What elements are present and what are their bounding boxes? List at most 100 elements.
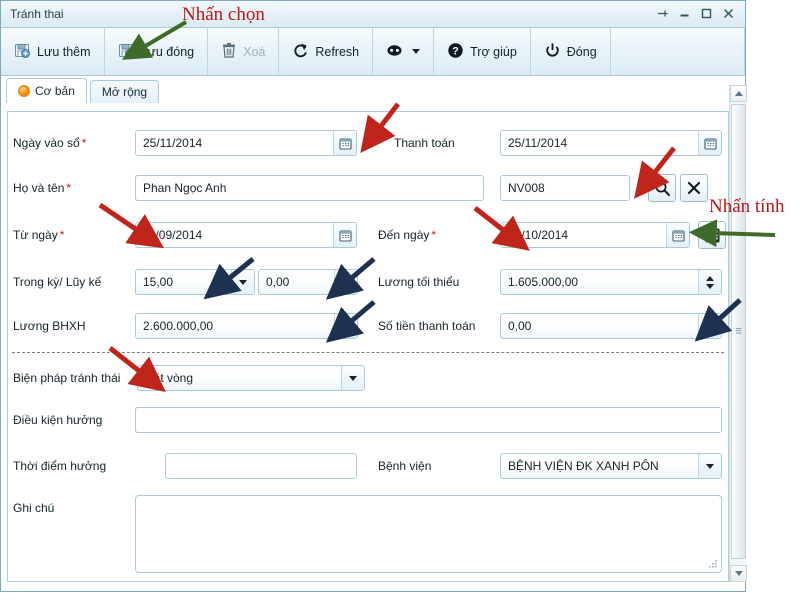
chevron-up-icon[interactable]	[706, 275, 714, 281]
save-close-icon	[118, 42, 135, 62]
power-icon	[544, 42, 561, 62]
field-full-name[interactable]: Phan Ngọc Anh	[135, 175, 484, 201]
title-bar: Tránh thai	[1, 1, 745, 28]
chevron-up-icon[interactable]	[706, 319, 714, 325]
bhxh-salary-value[interactable]: 2.600.000,00	[136, 314, 334, 338]
form-panel: Ngày vào sổ * 25/11/2014 Thanh toán 25/11…	[7, 111, 729, 582]
trash-icon	[221, 42, 237, 62]
minimize-icon[interactable]	[678, 7, 691, 21]
field-contraceptive[interactable]: Đặt vòng	[137, 365, 365, 391]
chevron-down-icon[interactable]	[706, 283, 714, 289]
chevron-down-icon	[239, 279, 247, 285]
contraceptive-value[interactable]: Đặt vòng	[138, 366, 341, 390]
search-button[interactable]	[648, 174, 676, 202]
toolbar-button-delete[interactable]: Xoá	[208, 28, 280, 75]
close-icon[interactable]	[722, 7, 735, 21]
label-time-point: Thời điểm hưởng	[13, 459, 107, 473]
toolbar-button-refresh[interactable]: Refresh	[279, 28, 374, 75]
field-bhxh-salary[interactable]: 2.600.000,00	[135, 313, 358, 339]
entry-date-value[interactable]: 25/11/2014	[136, 131, 333, 155]
clear-button[interactable]	[680, 174, 708, 202]
field-employee-code[interactable]: NV008	[500, 175, 630, 201]
calendar-icon	[671, 229, 685, 242]
field-hospital[interactable]: BỆNH VIỆN ĐK XANH PÔN	[500, 453, 722, 479]
field-entry-date[interactable]: 25/11/2014	[135, 130, 357, 156]
resize-grip-icon[interactable]	[708, 559, 718, 569]
hospital-value[interactable]: BỆNH VIỆN ĐK XANH PÔN	[501, 454, 698, 478]
min-salary-value[interactable]: 1.605.000,00	[501, 270, 698, 294]
label-from-date: Từ ngày *	[13, 228, 65, 242]
in-period-value[interactable]: 15,00	[136, 270, 231, 294]
to-date-calendar-button[interactable]	[666, 223, 689, 247]
condition-value[interactable]	[136, 408, 721, 432]
window-controls	[656, 7, 741, 21]
payment-date-value[interactable]: 25/11/2014	[501, 131, 698, 155]
contraceptive-dropdown-button[interactable]	[341, 366, 364, 390]
scroll-up-button[interactable]	[730, 85, 747, 102]
tab-basic[interactable]: Cơ bản	[6, 78, 87, 103]
required-star: *	[66, 181, 72, 195]
calendar-icon	[338, 229, 352, 242]
payment-amount-value[interactable]: 0,00	[501, 314, 698, 338]
toolbar-label-save-add: Lưu thêm	[37, 44, 91, 59]
tab-extended[interactable]: Mở rộng	[89, 80, 160, 103]
field-condition[interactable]	[135, 407, 722, 433]
chevron-down-icon	[734, 571, 743, 576]
chevron-up-icon	[734, 91, 743, 96]
field-payment-date[interactable]: 25/11/2014	[500, 130, 722, 156]
field-time-point[interactable]	[165, 453, 357, 479]
payment-amount-spinner[interactable]	[698, 314, 721, 338]
toolbar-button-more[interactable]	[373, 28, 435, 75]
label-full-name: Họ và tên *	[13, 181, 72, 195]
chevron-down-icon[interactable]	[706, 327, 714, 333]
scroll-down-button[interactable]	[730, 565, 747, 582]
full-name-value[interactable]: Phan Ngọc Anh	[136, 176, 483, 200]
scrollbar-thumb[interactable]	[731, 104, 746, 559]
application-window: Tránh thai Lưu thêm Lưu đóng Xoá Refresh…	[0, 0, 747, 592]
field-to-date[interactable]: 06/10/2014	[500, 222, 690, 248]
maximize-icon[interactable]	[700, 7, 713, 21]
to-date-value[interactable]: 06/10/2014	[501, 223, 666, 247]
form: Ngày vào sổ * 25/11/2014 Thanh toán 25/11…	[8, 112, 728, 581]
accumulated-value[interactable]: 0,00	[259, 270, 334, 294]
thumb-grip-icon	[735, 328, 742, 334]
entry-date-calendar-button[interactable]	[333, 131, 356, 155]
employee-code-value[interactable]: NV008	[501, 176, 629, 200]
toolbar: Lưu thêm Lưu đóng Xoá Refresh ? Trợ giúp…	[1, 28, 745, 76]
toolbar-button-help[interactable]: ? Trợ giúp	[434, 28, 531, 75]
accumulated-dropdown-button[interactable]	[334, 270, 357, 294]
from-date-calendar-button[interactable]	[333, 223, 356, 247]
bhxh-salary-dropdown-button[interactable]	[334, 314, 357, 338]
window-title: Tránh thai	[10, 7, 64, 21]
field-note[interactable]	[135, 495, 722, 573]
label-condition: Điều kiện hưởng	[13, 413, 103, 427]
calculate-button[interactable]	[698, 221, 726, 249]
min-salary-spinner[interactable]	[698, 270, 721, 294]
field-min-salary[interactable]: 1.605.000,00	[500, 269, 722, 295]
section-divider	[12, 352, 724, 353]
label-entry-date: Ngày vào sổ *	[13, 136, 87, 150]
field-from-date[interactable]: 11/09/2014	[135, 222, 357, 248]
toolbar-button-save-close[interactable]: Lưu đóng	[105, 28, 209, 75]
tab-basic-label: Cơ bản	[35, 84, 75, 98]
field-in-period[interactable]: 15,00	[135, 269, 255, 295]
more-icon	[386, 43, 403, 61]
toolbar-button-close[interactable]: Đóng	[531, 28, 611, 75]
in-period-dropdown-button[interactable]	[231, 270, 254, 294]
field-payment-amount[interactable]: 0,00	[500, 313, 722, 339]
magnifier-icon	[655, 181, 670, 196]
hospital-dropdown-button[interactable]	[698, 454, 721, 478]
chevron-down-icon[interactable]	[412, 49, 421, 54]
label-hospital: Bệnh viện	[378, 459, 432, 473]
label-payment-amount: Số tiền thanh toán	[378, 319, 476, 333]
payment-date-calendar-button[interactable]	[698, 131, 721, 155]
time-point-value[interactable]	[166, 454, 356, 478]
chevron-down-icon	[342, 279, 350, 285]
from-date-value[interactable]: 11/09/2014	[136, 223, 333, 247]
vertical-scrollbar[interactable]	[729, 85, 747, 582]
help-icon: ?	[447, 42, 464, 62]
pin-icon[interactable]	[656, 7, 669, 21]
toolbar-button-save-add[interactable]: Lưu thêm	[1, 28, 105, 75]
field-accumulated[interactable]: 0,00	[258, 269, 358, 295]
required-star: *	[59, 228, 65, 242]
